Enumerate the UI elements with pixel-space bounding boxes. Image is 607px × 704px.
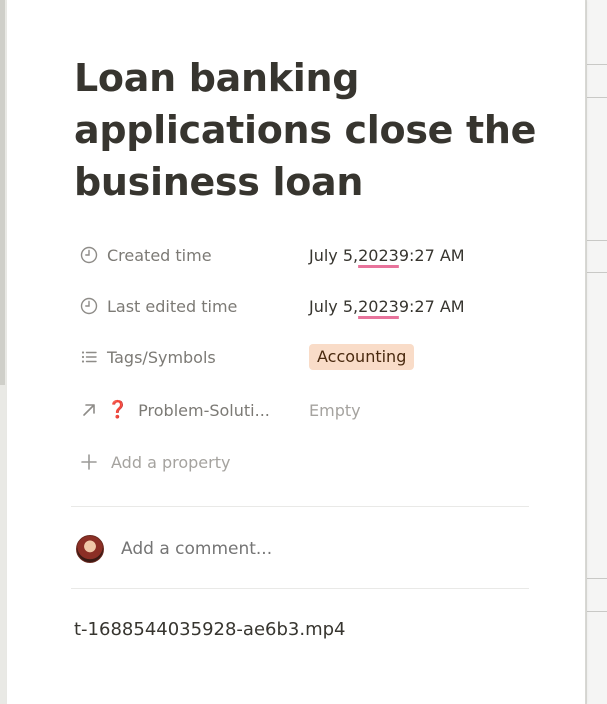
tag-accounting[interactable]: Accounting	[309, 344, 415, 370]
add-property-label[interactable]: Add a property	[71, 446, 230, 478]
right-background-strip	[586, 0, 607, 704]
property-label-text: Tags/Symbols	[107, 347, 216, 367]
property-value[interactable]: July 5, 2023 9:27 AM	[309, 246, 465, 265]
spellcheck-word: 2023	[358, 245, 399, 265]
property-label-text: Problem-Soluti...	[138, 400, 270, 420]
property-label-text: Created time	[107, 245, 212, 265]
page-peek-panel: Loan banking applications close the busi…	[7, 0, 585, 704]
comment-row[interactable]	[76, 535, 421, 563]
property-value[interactable]: Accounting	[309, 344, 415, 370]
value-text: July 5,	[309, 245, 359, 265]
attachment-file-name[interactable]: t-1688544035928-ae6b3.mp4	[74, 619, 346, 640]
right-divider	[587, 97, 607, 98]
property-label[interactable]: Created time	[71, 239, 309, 271]
property-last-edited-time[interactable]: Last edited time July 5, 2023 9:27 AM	[71, 288, 529, 324]
value-text: 9:27 AM	[398, 296, 465, 316]
clock-icon	[79, 245, 99, 265]
add-property-text: Add a property	[111, 452, 231, 472]
empty-value: Empty	[309, 400, 361, 420]
property-value[interactable]: Empty	[309, 401, 361, 420]
property-created-time[interactable]: Created time July 5, 2023 9:27 AM	[71, 237, 529, 273]
question-mark-icon: ❓	[107, 400, 129, 420]
list-icon	[79, 347, 99, 367]
right-divider	[587, 611, 607, 612]
right-divider	[587, 578, 607, 579]
property-value[interactable]: July 5, 2023 9:27 AM	[309, 297, 465, 316]
property-label[interactable]: Tags/Symbols	[71, 341, 309, 373]
right-divider	[587, 64, 607, 65]
value-text: July 5,	[309, 296, 359, 316]
avatar	[76, 535, 104, 563]
clock-icon	[79, 296, 99, 316]
left-scroll-strip	[0, 0, 7, 704]
value-text: 9:27 AM	[398, 245, 465, 265]
property-problem-solution[interactable]: ❓ Problem-Soluti... Empty	[71, 392, 529, 428]
comment-input[interactable]	[121, 539, 421, 559]
property-tags[interactable]: Tags/Symbols Accounting	[71, 339, 529, 375]
divider	[71, 506, 529, 507]
plus-icon	[79, 452, 99, 472]
right-divider	[587, 240, 607, 241]
property-label-text: Last edited time	[107, 296, 238, 316]
right-divider	[587, 272, 607, 273]
property-label[interactable]: ❓ Problem-Soluti...	[71, 394, 309, 426]
spellcheck-word: 2023	[358, 296, 399, 316]
divider	[71, 588, 529, 589]
add-property-button[interactable]: Add a property	[71, 444, 529, 480]
page-title[interactable]: Loan banking applications close the busi…	[74, 52, 544, 208]
property-label[interactable]: Last edited time	[71, 290, 309, 322]
left-scrollbar-thumb[interactable]	[0, 0, 5, 385]
arrow-up-right-icon	[79, 400, 99, 420]
